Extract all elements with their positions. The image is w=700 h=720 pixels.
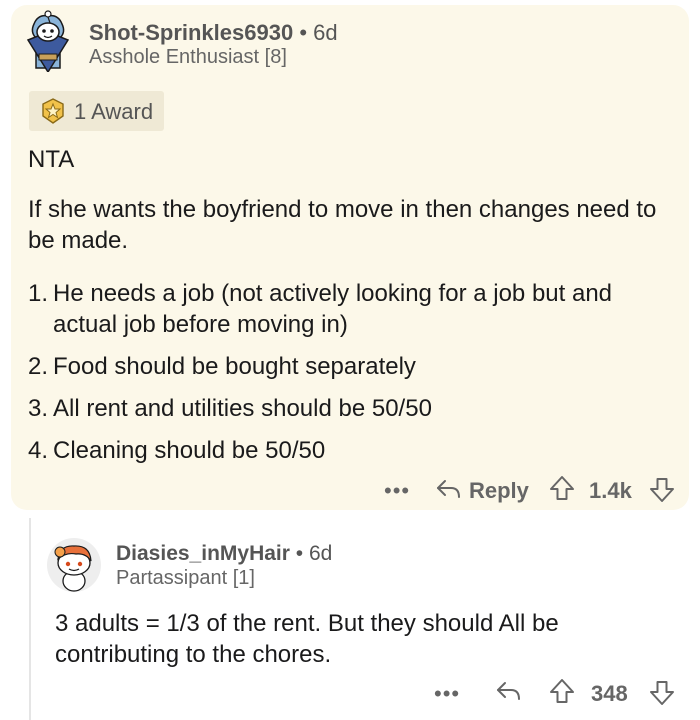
meta-separator: •: [299, 20, 308, 45]
list-item: 2. Food should be bought separately: [28, 351, 678, 382]
list-number: 2.: [28, 353, 49, 380]
meta-separator: •: [295, 542, 304, 565]
list-text: All rent and utilities should be 50/50: [53, 395, 432, 422]
vote-score: 1.4k: [589, 478, 632, 503]
list-text: Food should be bought separately: [53, 353, 416, 380]
more-icon[interactable]: •••: [384, 478, 410, 504]
comment-meta: Shot-Sprinkles6930 • 6d: [89, 20, 338, 46]
user-flair: Asshole Enthusiast [8]: [89, 46, 287, 68]
list-number: 3.: [28, 395, 49, 422]
award-icon: [42, 98, 64, 124]
reply-arrow-icon[interactable]: [495, 679, 523, 703]
username[interactable]: Shot-Sprinkles6930: [89, 20, 293, 45]
list-number: 4.: [28, 437, 49, 464]
comment-age: 6d: [308, 542, 333, 565]
comment-age: 6d: [313, 20, 338, 45]
snoo-avatar-icon[interactable]: [46, 537, 102, 593]
username[interactable]: Diasies_inMyHair: [116, 542, 290, 565]
comment-list: 1. He needs a job (not actively looking …: [28, 278, 678, 466]
list-item: 4. Cleaning should be 50/50: [28, 435, 678, 466]
downvote-icon[interactable]: [648, 476, 676, 504]
reply-arrow-icon[interactable]: [435, 477, 463, 501]
upvote-icon[interactable]: [548, 677, 576, 705]
vote-score: 348: [591, 681, 628, 706]
thread-line[interactable]: [29, 518, 31, 720]
upvote-icon[interactable]: [548, 474, 576, 502]
comment-verdict: NTA: [28, 146, 75, 173]
downvote-icon[interactable]: [648, 679, 676, 707]
award-badge[interactable]: 1 Award: [29, 91, 164, 131]
reply-text: 3 adults = 1/3 of the rent. But they sho…: [55, 610, 559, 668]
reply-meta: Diasies_inMyHair • 6d: [116, 542, 332, 566]
list-text: He needs a job (not actively looking for…: [53, 280, 613, 338]
snoo-avatar-icon[interactable]: [24, 10, 72, 72]
more-icon[interactable]: •••: [434, 681, 460, 707]
award-label: 1 Award: [74, 99, 154, 124]
comment-paragraph: If she wants the boyfriend to move in th…: [28, 196, 657, 254]
list-item: 1. He needs a job (not actively looking …: [28, 278, 678, 340]
list-text: Cleaning should be 50/50: [53, 437, 326, 464]
list-number: 1.: [28, 280, 49, 307]
list-item: 3. All rent and utilities should be 50/5…: [28, 393, 678, 424]
reply-button[interactable]: Reply: [469, 478, 529, 504]
user-flair: Partassipant [1]: [116, 567, 255, 589]
